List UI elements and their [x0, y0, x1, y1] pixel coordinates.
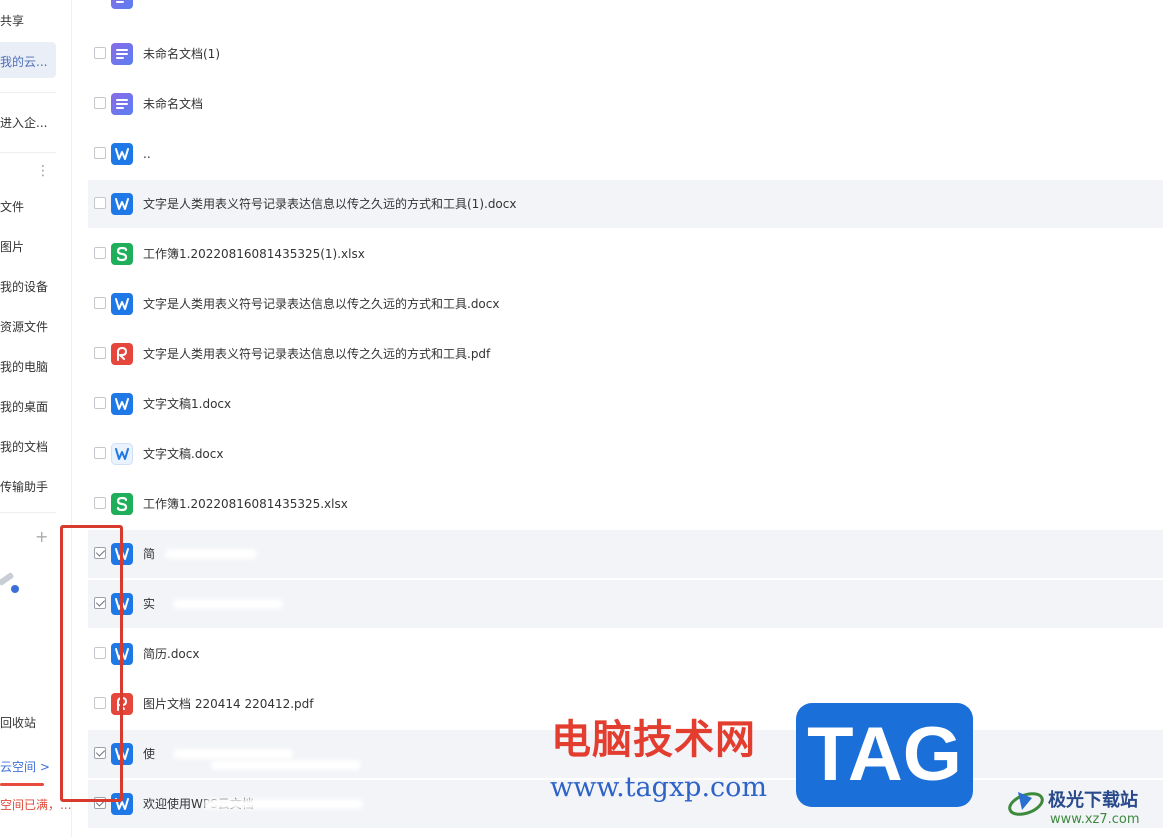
- file-row[interactable]: 简: [88, 530, 1163, 578]
- watermark-xz-logo-icon: [1006, 784, 1046, 818]
- sidebar-item-my-documents[interactable]: 我的文档: [0, 438, 48, 455]
- word-outline-icon: [111, 443, 133, 465]
- file-name[interactable]: 文字是人类用表义符号记录表达信息以传之久远的方式和工具.docx: [143, 296, 499, 312]
- sidebar-divider: [0, 152, 56, 153]
- file-checkbox[interactable]: [94, 197, 106, 209]
- file-checkbox[interactable]: [94, 147, 106, 159]
- doc-purple-icon: [111, 43, 133, 65]
- watermark-url: www.tagxp.com: [550, 772, 768, 803]
- file-name[interactable]: 图片文档 220414 220412.pdf: [143, 696, 314, 712]
- file-name[interactable]: 简: [143, 546, 155, 562]
- file-row[interactable]: ..: [88, 130, 1163, 178]
- file-name[interactable]: 文字文稿1.docx: [143, 396, 231, 412]
- file-name[interactable]: 文字是人类用表义符号记录表达信息以传之久远的方式和工具(1).docx: [143, 196, 516, 212]
- watermark-title: 电脑技术网: [551, 717, 756, 763]
- word-icon: [111, 193, 133, 215]
- file-name[interactable]: 工作簿1.20220816081435325(1).xlsx: [143, 246, 365, 262]
- file-name[interactable]: 文字文稿.docx: [143, 446, 223, 462]
- sidebar-item-files[interactable]: 文件: [0, 198, 24, 215]
- file-name[interactable]: 工作簿1.20220816081435325.xlsx: [143, 496, 348, 512]
- sidebar-divider: [0, 512, 56, 513]
- redaction-mask: [173, 749, 293, 759]
- file-checkbox[interactable]: [94, 397, 106, 409]
- file-checkbox[interactable]: [94, 447, 106, 459]
- file-name[interactable]: 文字是人类用表义符号记录表达信息以传之久远的方式和工具.pdf: [143, 346, 490, 362]
- sidebar-item-my-desktop[interactable]: 我的桌面: [0, 398, 48, 415]
- file-name[interactable]: 简历.docx: [143, 646, 199, 662]
- space-link[interactable]: 云空间 >: [0, 758, 50, 775]
- word-icon: [111, 293, 133, 315]
- file-row[interactable]: 文字文稿.docx: [88, 430, 1163, 478]
- file-row[interactable]: 实: [88, 580, 1163, 628]
- sidebar-item-enterprise[interactable]: 进入企...: [0, 114, 47, 131]
- word-icon: [111, 393, 133, 415]
- word-icon: [111, 143, 133, 165]
- sidebar-item-my-cloud[interactable]: 我的云...: [0, 53, 47, 70]
- add-icon[interactable]: +: [35, 527, 48, 546]
- space-usage-bar: [0, 783, 44, 786]
- file-name[interactable]: 使: [143, 746, 155, 762]
- doc-purple-icon: [111, 93, 133, 115]
- file-row[interactable]: 文字文稿1.docx: [88, 380, 1163, 428]
- file-row[interactable]: 未命名文档: [88, 80, 1163, 128]
- sheet-icon: [111, 243, 133, 265]
- file-checkbox[interactable]: [94, 97, 106, 109]
- file-name[interactable]: 实: [143, 596, 155, 612]
- file-row[interactable]: 文字是人类用表义符号记录表达信息以传之久远的方式和工具.docx: [88, 280, 1163, 328]
- file-checkbox[interactable]: [94, 47, 106, 59]
- file-checkbox[interactable]: [94, 347, 106, 359]
- watermark-xz: 极光下载站: [1048, 790, 1138, 811]
- file-row[interactable]: 文字是人类用表义符号记录表达信息以传之久远的方式和工具.pdf: [88, 330, 1163, 378]
- sheet-icon: [111, 493, 133, 515]
- more-icon[interactable]: ⋮: [36, 164, 50, 178]
- file-checkbox[interactable]: [94, 497, 106, 509]
- sidebar-item-my-computer[interactable]: 我的电脑: [0, 358, 48, 375]
- watermark-tag-logo: TAG: [796, 703, 973, 807]
- annotation-box: [60, 525, 123, 802]
- file-checkbox[interactable]: [94, 297, 106, 309]
- watermark-xz-url: www.xz7.com: [1050, 812, 1140, 827]
- redaction-mask: [203, 799, 363, 809]
- file-name[interactable]: 未命名文档: [143, 96, 203, 112]
- sidebar-item-images[interactable]: 图片: [0, 238, 24, 255]
- sidebar-item-resources[interactable]: 资源文件: [0, 318, 48, 335]
- file-row[interactable]: 工作簿1.20220816081435325(1).xlsx: [88, 230, 1163, 278]
- file-row[interactable]: 文字是人类用表义符号记录表达信息以传之久远的方式和工具(1).docx: [88, 180, 1163, 228]
- file-name[interactable]: 未命名文档(1): [143, 46, 220, 62]
- file-row[interactable]: 工作簿1.20220816081435325.xlsx: [88, 480, 1163, 528]
- group-illustration-icon: [0, 566, 24, 594]
- sidebar-item-transfer[interactable]: 传输助手: [0, 478, 48, 495]
- file-row[interactable]: 未命名文档(1): [88, 30, 1163, 78]
- sidebar-item-devices[interactable]: 我的设备: [0, 278, 48, 295]
- sidebar-item-recycle[interactable]: 回收站: [0, 714, 36, 731]
- doc-purple-icon: [111, 0, 133, 9]
- redaction-mask: [173, 599, 283, 609]
- file-row[interactable]: 简历.docx: [88, 630, 1163, 678]
- file-name[interactable]: ..: [143, 146, 151, 162]
- redaction-mask: [211, 760, 361, 770]
- sidebar-divider: [0, 92, 56, 93]
- pdf-icon: [111, 343, 133, 365]
- sidebar-item-shared[interactable]: 共享: [0, 12, 24, 29]
- redaction-mask: [165, 549, 257, 559]
- file-checkbox[interactable]: [94, 247, 106, 259]
